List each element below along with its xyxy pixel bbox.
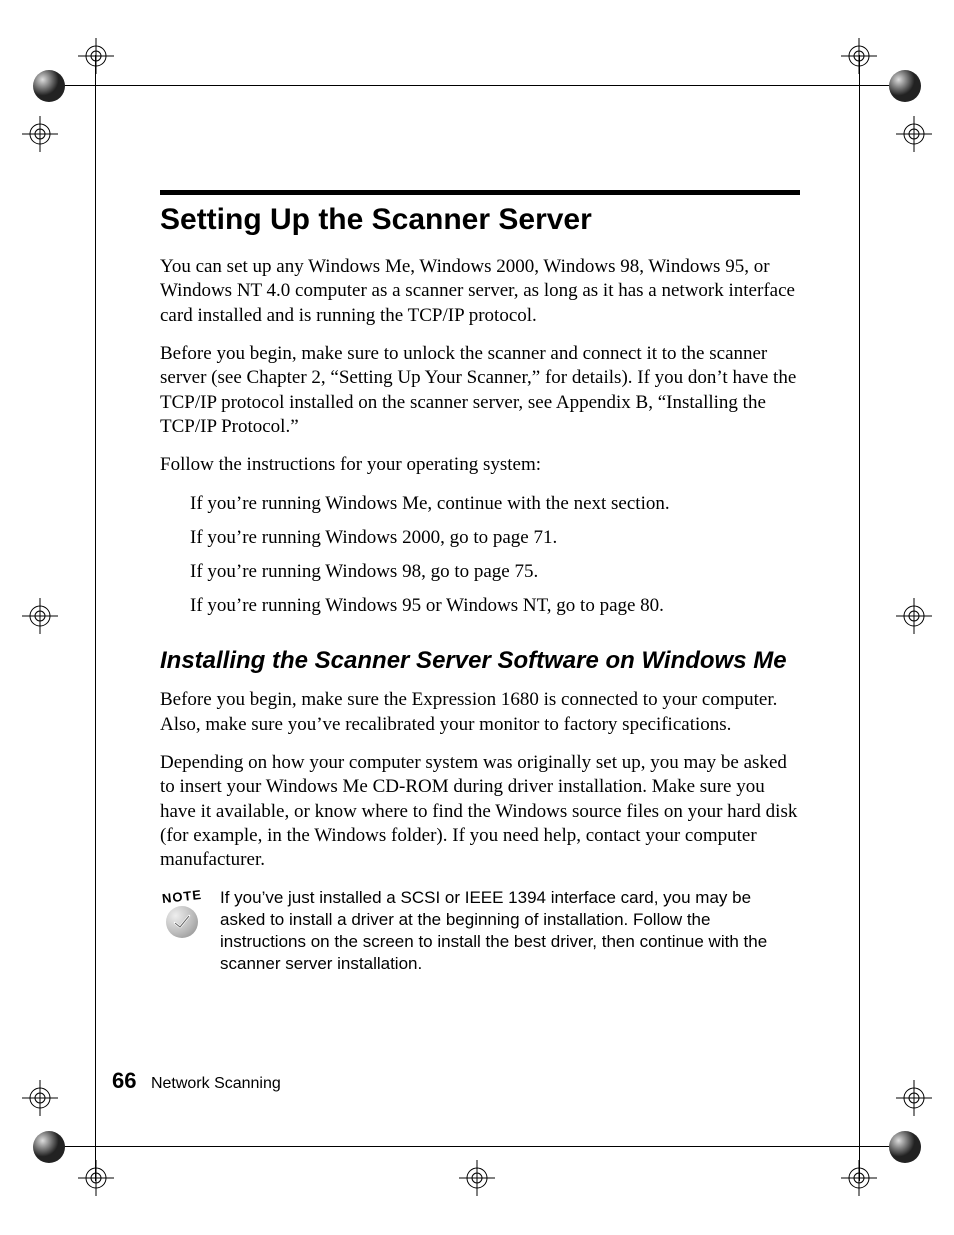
page-number: 66 bbox=[112, 1068, 136, 1093]
note-text: If you’ve just installed a SCSI or IEEE … bbox=[220, 887, 800, 975]
register-mark-icon bbox=[78, 1160, 114, 1196]
note-block: NOTE If you’ve just installed a SCSI or … bbox=[160, 887, 800, 975]
list-item: If you’re running Windows Me, continue w… bbox=[190, 492, 800, 516]
subsection-heading: Installing the Scanner Server Software o… bbox=[160, 647, 800, 675]
register-mark-icon bbox=[896, 598, 932, 634]
register-mark-icon bbox=[459, 1160, 495, 1196]
register-mark-icon bbox=[896, 1080, 932, 1116]
register-mark-icon bbox=[22, 116, 58, 152]
note-icon: NOTE bbox=[160, 887, 220, 938]
paragraph: Before you begin, make sure to unlock th… bbox=[160, 342, 800, 439]
crop-mark-icon bbox=[32, 69, 66, 103]
page-content: Setting Up the Scanner Server You can se… bbox=[160, 190, 800, 975]
crop-mark-icon bbox=[888, 1130, 922, 1164]
crop-mark-icon bbox=[32, 1130, 66, 1164]
register-mark-icon bbox=[22, 598, 58, 634]
section-heading: Setting Up the Scanner Server bbox=[160, 203, 800, 237]
list-item: If you’re running Windows 98, go to page… bbox=[190, 560, 800, 584]
register-mark-icon bbox=[896, 116, 932, 152]
paragraph: Depending on how your computer system wa… bbox=[160, 751, 800, 873]
paragraph: You can set up any Windows Me, Windows 2… bbox=[160, 255, 800, 328]
note-label: NOTE bbox=[159, 886, 204, 906]
page-footer: 66 Network Scanning bbox=[112, 1068, 281, 1094]
chapter-title: Network Scanning bbox=[151, 1075, 281, 1092]
register-mark-icon bbox=[22, 1080, 58, 1116]
register-mark-icon bbox=[78, 38, 114, 74]
paragraph: Follow the instructions for your operati… bbox=[160, 453, 800, 477]
list-item: If you’re running Windows 95 or Windows … bbox=[190, 594, 800, 618]
heading-rule bbox=[160, 190, 800, 195]
crop-mark-icon bbox=[888, 69, 922, 103]
paragraph: Before you begin, make sure the Expressi… bbox=[160, 688, 800, 737]
list-item: If you’re running Windows 2000, go to pa… bbox=[190, 526, 800, 550]
